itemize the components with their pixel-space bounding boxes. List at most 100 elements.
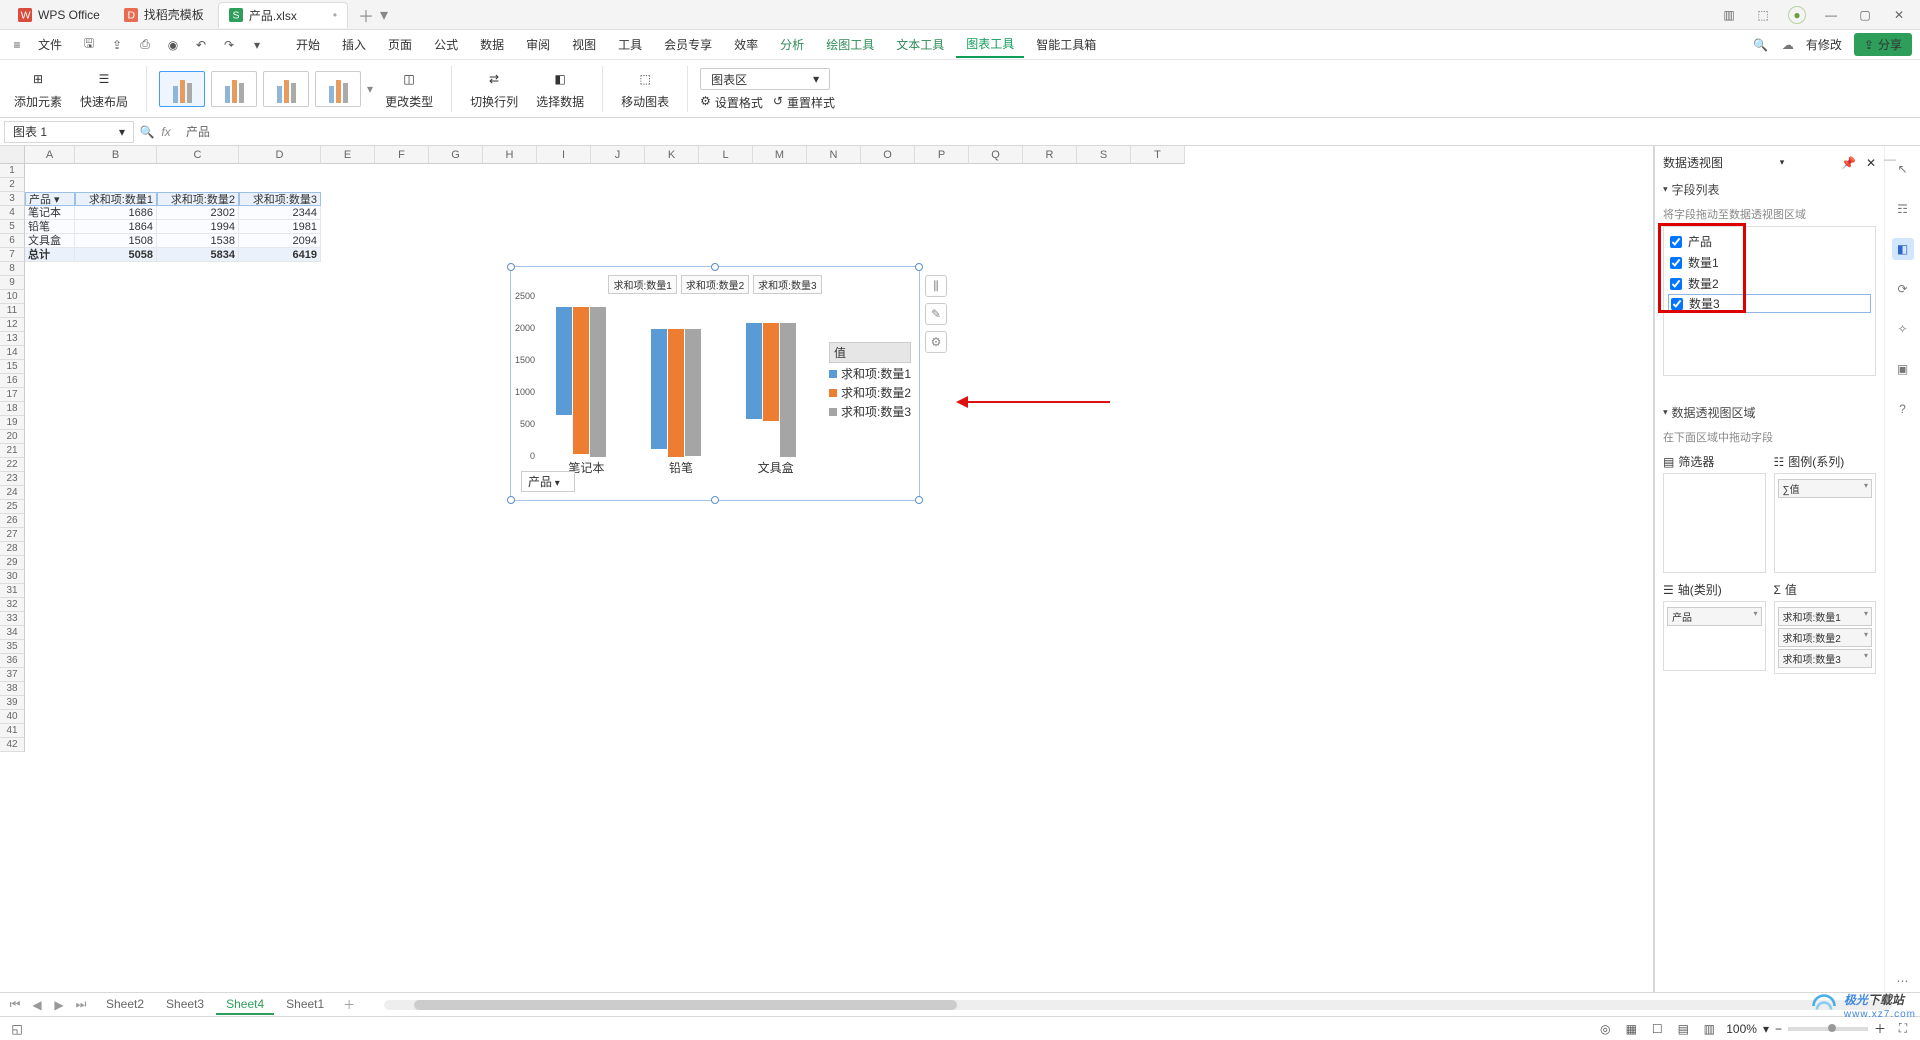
menu-tab[interactable]: 工具 [608, 32, 652, 57]
sheet-tab[interactable]: Sheet2 [96, 995, 154, 1015]
menu-tab[interactable]: 效率 [724, 32, 768, 57]
help-icon[interactable]: ? [1892, 398, 1914, 420]
chart-styles-icon[interactable]: ✎ [925, 303, 947, 325]
cell[interactable]: 求和项:数量2 [157, 192, 239, 206]
column-header[interactable]: O [861, 146, 915, 164]
legend-button[interactable]: 求和项:数量1 [608, 275, 676, 294]
sheet-prev-icon[interactable]: ◀ [30, 998, 44, 1012]
print-icon[interactable]: ⎙ [136, 36, 154, 54]
cell[interactable]: 2344 [239, 206, 321, 220]
docs-icon[interactable]: ▥ [1720, 6, 1738, 24]
sheet-tab[interactable]: Sheet3 [156, 995, 214, 1015]
cell[interactable]: 2094 [239, 234, 321, 248]
menu-tab[interactable]: 分析 [770, 32, 814, 57]
zoom-slider[interactable] [1788, 1027, 1868, 1031]
row-header[interactable]: 39 [0, 696, 25, 710]
row-header[interactable]: 6 [0, 234, 25, 248]
bar[interactable] [685, 329, 701, 456]
view-break-icon[interactable]: ▤ [1674, 1020, 1692, 1038]
legend-button[interactable]: 求和项:数量2 [681, 275, 749, 294]
cell[interactable]: 1538 [157, 234, 239, 248]
chart-filter-dropdown[interactable]: 产品 ▾ [521, 471, 575, 492]
quick-layout-button[interactable]: ☰快速布局 [74, 67, 134, 110]
row-header[interactable]: 3 [0, 192, 25, 206]
column-header[interactable]: M [753, 146, 807, 164]
menu-tab[interactable]: 审阅 [516, 32, 560, 57]
column-header[interactable]: K [645, 146, 699, 164]
column-header[interactable]: N [807, 146, 861, 164]
row-header[interactable]: 28 [0, 542, 25, 556]
pin-icon[interactable]: 📌 [1841, 156, 1856, 170]
cell[interactable]: 5834 [157, 248, 239, 262]
cell[interactable]: 2302 [157, 206, 239, 220]
add-tab-button[interactable]: ＋ [358, 3, 374, 27]
column-header[interactable]: A [25, 146, 75, 164]
menu-tab[interactable]: 数据 [470, 32, 514, 57]
row-header[interactable]: 19 [0, 416, 25, 430]
search-icon[interactable]: 🔍 [1752, 36, 1770, 54]
row-header[interactable]: 1 [0, 164, 25, 178]
row-header[interactable]: 10 [0, 290, 25, 304]
resize-handle[interactable] [711, 263, 719, 271]
cell[interactable]: 6419 [239, 248, 321, 262]
chart-style-1[interactable] [159, 71, 205, 107]
row-header[interactable]: 36 [0, 654, 25, 668]
file-tab[interactable]: S 产品.xlsx • [218, 2, 348, 28]
export-icon[interactable]: ⇪ [108, 36, 126, 54]
bar[interactable] [573, 307, 589, 454]
area-tag[interactable]: 求和项:数量1 [1778, 607, 1873, 626]
more-icon[interactable]: ▾ [248, 36, 266, 54]
set-format-button[interactable]: ⚙设置格式 [700, 94, 763, 111]
mode-icon[interactable]: ◎ [1596, 1020, 1614, 1038]
menu-tab[interactable]: 文本工具 [886, 32, 954, 57]
chart-style-2[interactable] [211, 71, 257, 107]
zoom-cell-icon[interactable]: 🔍 [138, 123, 156, 141]
menu-tab[interactable]: 开始 [286, 32, 330, 57]
format-icon[interactable]: ☶ [1892, 198, 1914, 220]
view-page-icon[interactable]: ☐ [1648, 1020, 1666, 1038]
row-header[interactable]: 2 [0, 178, 25, 192]
zoom-level[interactable]: 100% [1726, 1022, 1757, 1036]
row-header[interactable]: 14 [0, 346, 25, 360]
row-header[interactable]: 7 [0, 248, 25, 262]
field-label[interactable]: 产品 [1688, 233, 1712, 250]
row-header[interactable]: 17 [0, 388, 25, 402]
bar[interactable] [556, 307, 572, 415]
chart-style-4[interactable] [315, 71, 361, 107]
column-header[interactable]: Q [969, 146, 1023, 164]
add-element-button[interactable]: ⊞添加元素 [8, 67, 68, 110]
undo-icon[interactable]: ↶ [192, 36, 210, 54]
column-header[interactable]: S [1077, 146, 1131, 164]
row-header[interactable]: 13 [0, 332, 25, 346]
move-chart-button[interactable]: ⬚移动图表 [615, 67, 675, 110]
row-header[interactable]: 11 [0, 304, 25, 318]
bar[interactable] [763, 323, 779, 421]
resize-handle[interactable] [711, 496, 719, 504]
view-normal-icon[interactable]: ▦ [1622, 1020, 1640, 1038]
row-header[interactable]: 40 [0, 710, 25, 724]
column-header[interactable]: B [75, 146, 157, 164]
resize-handle[interactable] [915, 496, 923, 504]
cell[interactable]: 1508 [75, 234, 157, 248]
switch-rowcol-button[interactable]: ⇄切换行列 [464, 67, 524, 110]
column-header[interactable]: P [915, 146, 969, 164]
row-header[interactable]: 26 [0, 514, 25, 528]
row-header[interactable]: 20 [0, 430, 25, 444]
row-header[interactable]: 34 [0, 626, 25, 640]
cell[interactable]: 铅笔 [25, 220, 75, 234]
cell[interactable]: 求和项:数量1 [75, 192, 157, 206]
cell[interactable]: 1981 [239, 220, 321, 234]
bar[interactable] [746, 323, 762, 420]
resize-handle[interactable] [915, 263, 923, 271]
package-icon[interactable]: ⬚ [1754, 6, 1772, 24]
spreadsheet-grid[interactable]: ABCDEFGHIJKLMNOPQRST 1234567891011121314… [0, 146, 1654, 992]
row-header[interactable]: 18 [0, 402, 25, 416]
area-tag[interactable]: 求和项:数量3 [1778, 649, 1873, 668]
menu-tab[interactable]: 会员专享 [654, 32, 722, 57]
row-header[interactable]: 38 [0, 682, 25, 696]
horizontal-scrollbar[interactable] [384, 1000, 1892, 1010]
resize-handle[interactable] [507, 263, 515, 271]
chart-elements-icon[interactable]: ⫼ [925, 275, 947, 297]
field-checkbox[interactable] [1670, 278, 1682, 290]
column-header[interactable]: I [537, 146, 591, 164]
